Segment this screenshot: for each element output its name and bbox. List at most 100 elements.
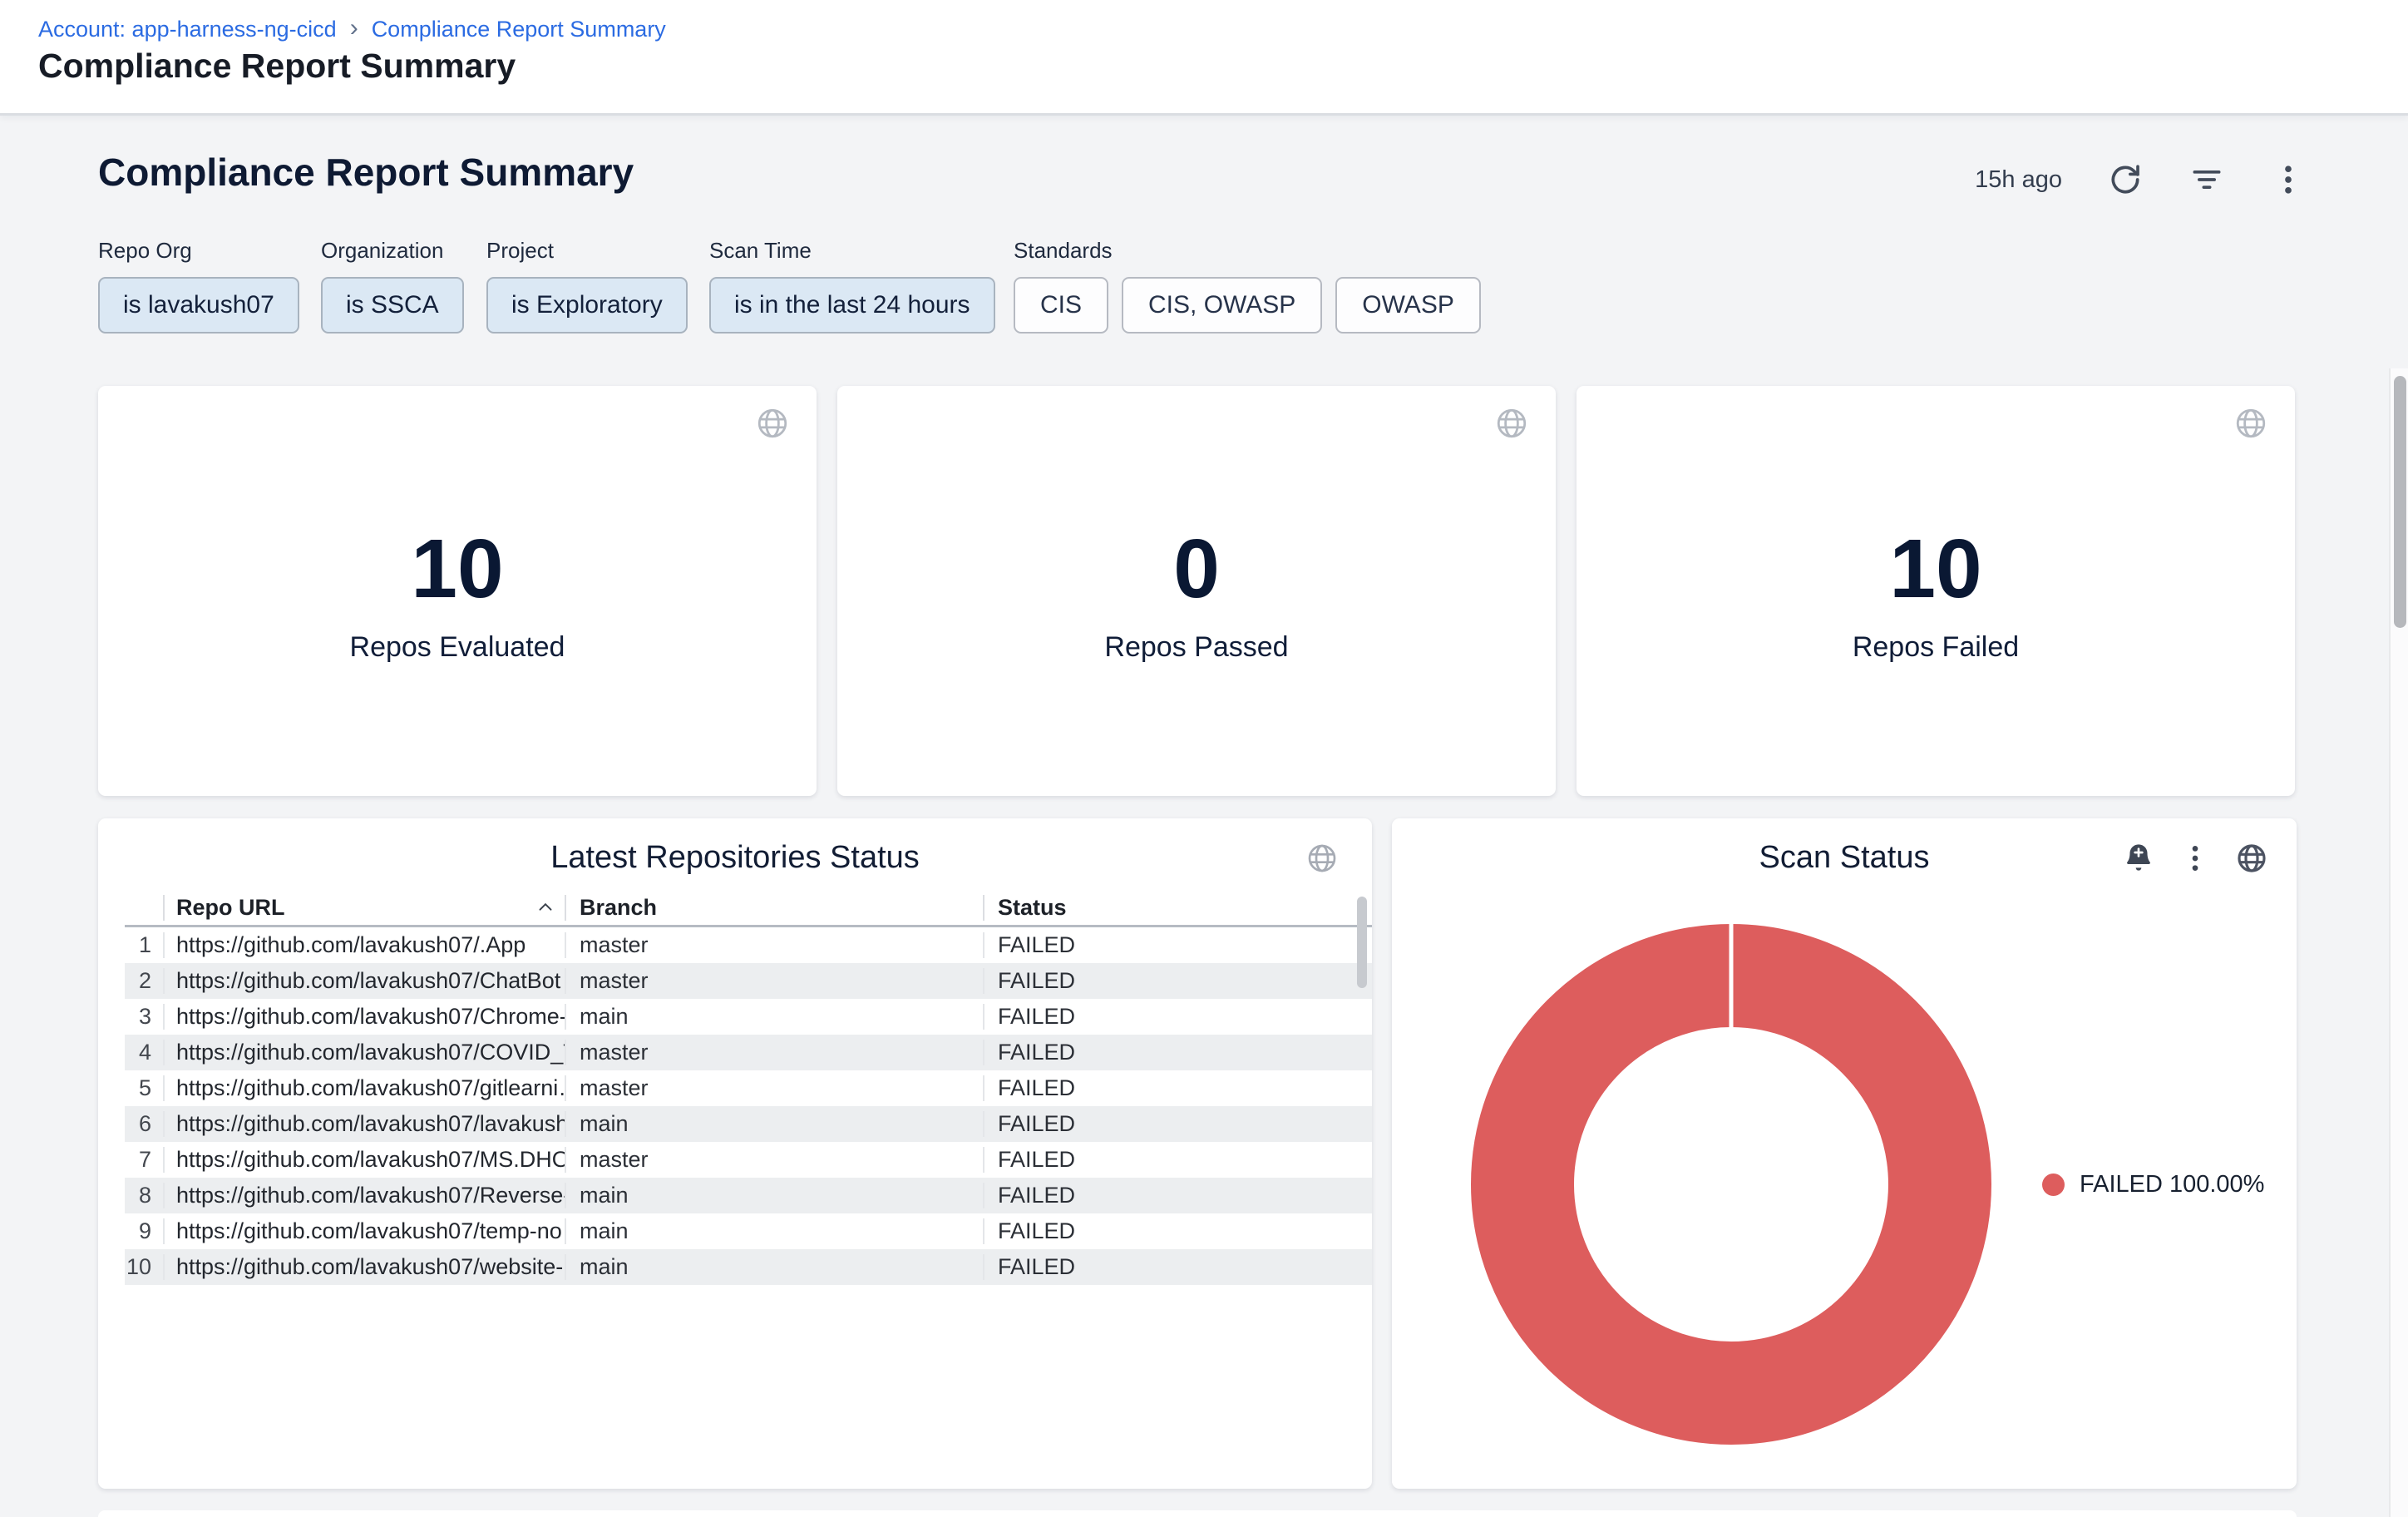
globe-icon xyxy=(755,406,790,441)
column-header-status[interactable]: Status xyxy=(983,895,1372,921)
column-header-repo-url[interactable]: Repo URL xyxy=(163,895,565,921)
filter-chip-scan-time[interactable]: is in the last 24 hours xyxy=(709,277,995,334)
filter-label-standards: Standards xyxy=(1014,238,1481,264)
status-cell: FAILED xyxy=(983,932,1372,958)
table-row[interactable]: 5 https://github.com/lavakush07/gitlearn… xyxy=(125,1070,1372,1106)
status-cell: FAILED xyxy=(983,1183,1372,1208)
refresh-icon[interactable] xyxy=(2107,161,2144,198)
column-header-repo-url-label: Repo URL xyxy=(176,895,285,921)
stat-value: 0 xyxy=(837,526,1556,613)
filter-label-repo-org: Repo Org xyxy=(98,238,299,264)
row-number: 3 xyxy=(125,1004,163,1030)
row-number: 9 xyxy=(125,1218,163,1244)
status-cell: FAILED xyxy=(983,968,1372,994)
legend-marker-failed xyxy=(2042,1174,2065,1196)
repo-url-cell: https://github.com/lavakush07/MS.DHO… xyxy=(163,1147,565,1173)
latest-repositories-panel: Latest Repositories Status Repo URL Br xyxy=(98,818,1372,1489)
table-row[interactable]: 3 https://github.com/lavakush07/Chrome-…… xyxy=(125,999,1372,1035)
branch-cell: master xyxy=(565,1040,983,1065)
repositories-table: Repo URL Branch Status 1 https://github.… xyxy=(125,890,1372,1285)
filter-label-organization: Organization xyxy=(321,238,464,264)
filter-chip-organization[interactable]: is SSCA xyxy=(321,277,464,334)
stat-card-repos-evaluated: 10 Repos Evaluated xyxy=(98,386,817,796)
standards-option-owasp[interactable]: OWASP xyxy=(1335,277,1481,334)
repo-url-cell: https://github.com/lavakush07/gitlearni… xyxy=(163,1075,565,1101)
table-row[interactable]: 6 https://github.com/lavakush07/lavakush… xyxy=(125,1106,1372,1142)
row-number: 1 xyxy=(125,932,163,958)
stat-card-repos-passed: 0 Repos Passed xyxy=(837,386,1556,796)
branch-cell: main xyxy=(565,1183,983,1208)
branch-cell: master xyxy=(565,968,983,994)
filter-chip-repo-org[interactable]: is lavakush07 xyxy=(98,277,299,334)
table-row[interactable]: 4 https://github.com/lavakush07/COVID_T…… xyxy=(125,1035,1372,1070)
row-number: 7 xyxy=(125,1147,163,1173)
stat-card-repos-failed: 10 Repos Failed xyxy=(1577,386,2295,796)
globe-icon[interactable] xyxy=(2235,842,2268,875)
repo-url-cell: https://github.com/lavakush07/lavakush… xyxy=(163,1111,565,1137)
table-body: 1 https://github.com/lavakush07/.App mas… xyxy=(125,927,1372,1285)
stat-content: 10 Repos Failed xyxy=(1577,526,2295,664)
repo-url-cell: https://github.com/lavakush07/COVID_T… xyxy=(163,1040,565,1065)
filter-chip-project[interactable]: is Exploratory xyxy=(486,277,688,334)
page-scrollbar-track[interactable] xyxy=(2389,368,2408,1517)
filter-label-scan-time: Scan Time xyxy=(709,238,995,264)
branch-cell: main xyxy=(565,1111,983,1137)
status-cell: FAILED xyxy=(983,1075,1372,1101)
table-row[interactable]: 7 https://github.com/lavakush07/MS.DHO… … xyxy=(125,1142,1372,1178)
scan-status-donut-chart[interactable] xyxy=(1448,902,2014,1467)
table-row[interactable]: 8 https://github.com/lavakush07/Reverse-… xyxy=(125,1178,1372,1213)
table-row[interactable]: 10 https://github.com/lavakush07/website… xyxy=(125,1249,1372,1285)
standards-options: CIS CIS, OWASP OWASP xyxy=(1014,277,1481,334)
stat-label: Repos Passed xyxy=(837,631,1556,664)
dashboard-actions: 15h ago xyxy=(1975,161,2307,198)
branch-cell: master xyxy=(565,932,983,958)
table-row[interactable]: 2 https://github.com/lavakush07/ChatBot … xyxy=(125,963,1372,999)
filter-group-standards: Standards CIS CIS, OWASP OWASP xyxy=(1014,238,1481,334)
branch-cell: main xyxy=(565,1004,983,1030)
kebab-menu-icon[interactable] xyxy=(2179,842,2212,875)
stat-label: Repos Failed xyxy=(1577,631,2295,664)
stat-label: Repos Evaluated xyxy=(98,631,817,664)
status-cell: FAILED xyxy=(983,1254,1372,1280)
standards-option-cis[interactable]: CIS xyxy=(1014,277,1108,334)
repo-url-cell: https://github.com/lavakush07/Chrome-… xyxy=(163,1004,565,1030)
table-row[interactable]: 9 https://github.com/lavakush07/temp-no…… xyxy=(125,1213,1372,1249)
filter-group-scan-time: Scan Time is in the last 24 hours xyxy=(709,238,995,334)
filter-group-organization: Organization is SSCA xyxy=(321,238,464,334)
top-header: Account: app-harness-ng-cicd › Complianc… xyxy=(0,0,2408,116)
status-cell: FAILED xyxy=(983,1040,1372,1065)
row-number: 4 xyxy=(125,1040,163,1065)
breadcrumb-account-link[interactable]: Account: app-harness-ng-cicd xyxy=(38,17,337,42)
filter-label-project: Project xyxy=(486,238,688,264)
globe-icon xyxy=(1494,406,1529,441)
globe-icon xyxy=(1305,842,1339,875)
compliance-report-screen: Account: app-harness-ng-cicd › Complianc… xyxy=(0,0,2408,1517)
chart-legend[interactable]: FAILED 100.00% xyxy=(2042,1171,2264,1198)
breadcrumb: Account: app-harness-ng-cicd › Complianc… xyxy=(38,17,666,42)
standards-option-cis-owasp[interactable]: CIS, OWASP xyxy=(1122,277,1322,334)
next-panel-sliver xyxy=(98,1510,2297,1517)
branch-cell: master xyxy=(565,1147,983,1173)
breadcrumb-current-link[interactable]: Compliance Report Summary xyxy=(372,17,666,42)
table-panel-title: Latest Repositories Status xyxy=(98,840,1372,876)
table-row[interactable]: 1 https://github.com/lavakush07/.App mas… xyxy=(125,927,1372,963)
stat-content: 10 Repos Evaluated xyxy=(98,526,817,664)
branch-cell: main xyxy=(565,1254,983,1280)
repo-url-cell: https://github.com/lavakush07/website-1 xyxy=(163,1254,565,1280)
filter-icon[interactable] xyxy=(2188,161,2225,198)
sort-ascending-icon[interactable] xyxy=(535,897,556,918)
status-cell: FAILED xyxy=(983,1004,1372,1030)
column-header-branch[interactable]: Branch xyxy=(565,895,983,921)
filter-group-repo-org: Repo Org is lavakush07 xyxy=(98,238,299,334)
stat-value: 10 xyxy=(98,526,817,613)
page-scrollbar-thumb[interactable] xyxy=(2394,376,2406,628)
last-refreshed-label: 15h ago xyxy=(1975,166,2062,194)
kebab-menu-icon[interactable] xyxy=(2270,161,2307,198)
status-cell: FAILED xyxy=(983,1111,1372,1137)
filter-group-project: Project is Exploratory xyxy=(486,238,688,334)
table-scrollbar[interactable] xyxy=(1357,897,1367,988)
bell-plus-icon[interactable] xyxy=(2122,842,2155,875)
status-cell: FAILED xyxy=(983,1218,1372,1244)
scan-panel-actions xyxy=(2122,842,2268,875)
page-title: Compliance Report Summary xyxy=(38,47,516,86)
